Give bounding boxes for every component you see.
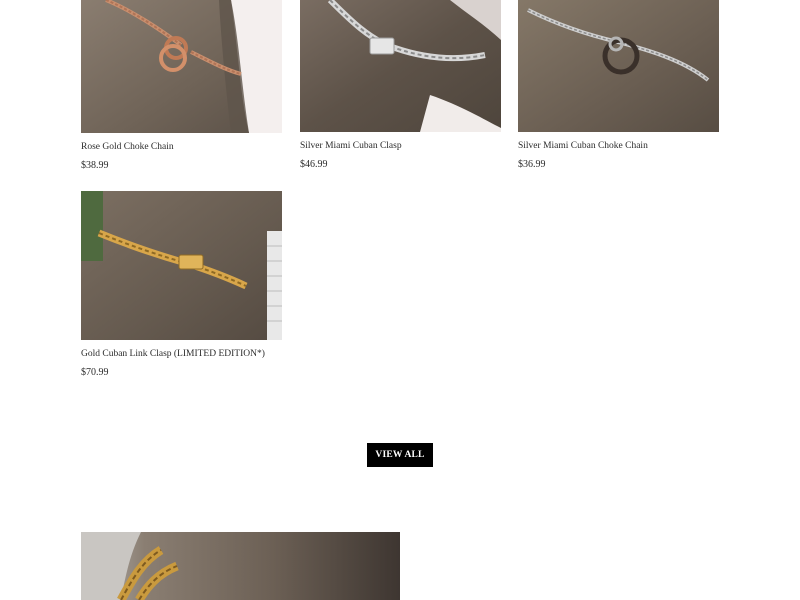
product-price: $36.99	[518, 159, 546, 170]
product-image[interactable]	[81, 0, 282, 133]
product-title[interactable]: Rose Gold Choke Chain	[81, 142, 282, 152]
product-image[interactable]	[518, 0, 719, 132]
product-image[interactable]	[300, 0, 501, 132]
product-image[interactable]	[81, 191, 282, 340]
product-card[interactable]: Gold Cuban Link Clasp (LIMITED EDITION*)…	[81, 191, 282, 378]
product-price: $38.99	[81, 160, 109, 171]
product-card[interactable]: Rose Gold Choke Chain $38.99	[81, 0, 282, 171]
feature-image	[81, 532, 400, 600]
product-title[interactable]: Gold Cuban Link Clasp (LIMITED EDITION*)	[81, 349, 282, 359]
product-price: $46.99	[300, 159, 328, 170]
product-price: $70.99	[81, 367, 109, 378]
product-card[interactable]: Silver Miami Cuban Clasp $46.99	[300, 0, 501, 170]
view-all-button[interactable]: VIEW ALL	[367, 443, 433, 467]
product-title[interactable]: Silver Miami Cuban Clasp	[300, 141, 501, 151]
product-title[interactable]: Silver Miami Cuban Choke Chain	[518, 141, 719, 151]
product-card[interactable]: Silver Miami Cuban Choke Chain $36.99	[518, 0, 719, 170]
